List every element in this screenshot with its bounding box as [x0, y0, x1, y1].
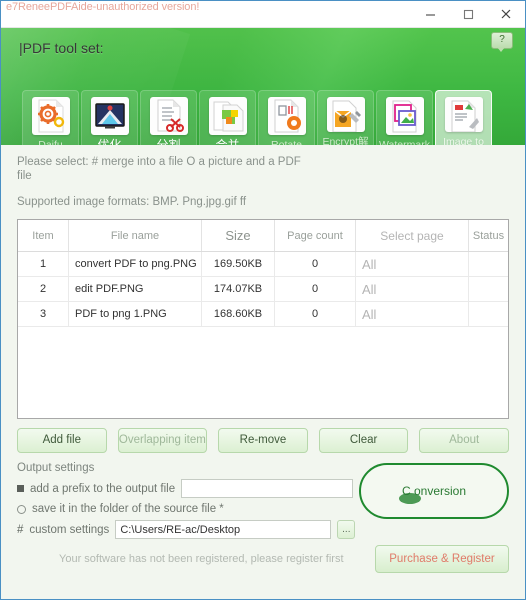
column-header-filename[interactable]: File name: [68, 220, 202, 252]
encrypt-lock-icon: [326, 97, 365, 132]
prefix-option-label: add a prefix to the output file: [30, 482, 176, 495]
cell-filename: PDF to png 1.PNG: [68, 301, 202, 327]
help-icon[interactable]: ?: [491, 32, 513, 52]
application-window: e7ReneePDFAide-unauthorized version! |PD…: [0, 0, 526, 600]
browse-button[interactable]: ...: [337, 520, 356, 539]
table-row[interactable]: 3 PDF to png 1.PNG 168.60KB 0 All: [18, 301, 508, 327]
tool-tile-optimize[interactable]: 优化: [81, 90, 138, 145]
formats-hint: Supported image formats: BMP. Png.jpg.gi…: [17, 196, 247, 208]
about-button[interactable]: About: [419, 428, 509, 453]
column-header-pagecount[interactable]: Page count: [274, 220, 356, 252]
radio-selected-icon[interactable]: [17, 485, 24, 492]
cell-status: [468, 251, 508, 277]
merge-puzzle-icon: [208, 97, 247, 135]
prefix-input[interactable]: [181, 479, 354, 498]
registration-footer: Your software has not been registered, p…: [17, 545, 509, 573]
column-header-selectpage[interactable]: Select page: [355, 220, 469, 252]
cell-size: 168.60KB: [201, 301, 275, 327]
minimize-button[interactable]: [411, 1, 449, 27]
table-header-row: Item File name Size Page count Select pa…: [18, 220, 508, 252]
cell-item: 1: [18, 251, 69, 277]
file-list-panel[interactable]: Item File name Size Page count Select pa…: [17, 219, 509, 419]
cell-size: 174.07KB: [201, 276, 275, 302]
convert-button[interactable]: C onversion: [359, 463, 509, 519]
image-to-pdf-icon: [444, 97, 483, 132]
tool-tile-encrypt[interactable]: Encrypt解密: [317, 90, 374, 145]
cell-filename: convert PDF to png.PNG: [68, 251, 202, 277]
rotate-document-icon: [267, 97, 306, 135]
registration-note: Your software has not been registered, p…: [59, 552, 344, 565]
cell-size: 169.50KB: [201, 251, 275, 277]
custom-hash-marker: #: [17, 523, 24, 536]
help-bubble-glyph: ?: [491, 32, 513, 52]
watermark-image-icon: [385, 97, 424, 135]
column-header-item[interactable]: Item: [18, 220, 69, 252]
convert-button-label: C onversion: [401, 484, 467, 498]
remove-button[interactable]: Re-move: [218, 428, 308, 453]
tool-tile-rotate[interactable]: Rotate: [258, 90, 315, 145]
table-row[interactable]: 1 convert PDF to png.PNG 169.50KB 0 All: [18, 251, 508, 277]
tool-tile-watermark[interactable]: Watermark: [376, 90, 433, 145]
cell-filename: edit PDF.PNG: [68, 276, 202, 302]
file-actions: Add file Overlapping item Re-move Clear …: [17, 428, 509, 453]
cell-selectpage[interactable]: All: [355, 276, 469, 302]
cell-pagecount: 0: [274, 251, 356, 277]
tool-label: Image to PDF: [443, 136, 484, 146]
overlapping-item-button[interactable]: Overlapping item: [117, 428, 208, 453]
radio-unselected-icon[interactable]: [17, 504, 26, 514]
title-bar: e7ReneePDFAide-unauthorized version!: [1, 1, 525, 28]
cell-pagecount: 0: [274, 276, 356, 302]
main-content: Please select: # merge into a file O a p…: [1, 145, 525, 599]
purchase-register-button[interactable]: Purchase & Register: [375, 545, 509, 573]
cell-item: 3: [18, 301, 69, 327]
close-button[interactable]: [487, 1, 525, 27]
tool-tiles: Daifu 优化 分割 合并 Rotate Encrypt解 Watermark…: [22, 90, 492, 145]
toolset-title: |PDF tool set:: [19, 40, 104, 56]
window-controls: [411, 1, 525, 27]
window-title: e7ReneePDFAide-unauthorized version!: [6, 1, 200, 13]
clear-button[interactable]: Clear: [318, 428, 409, 453]
split-scissors-icon: [149, 97, 188, 135]
cell-selectpage[interactable]: All: [355, 301, 469, 327]
toolbar-header: |PDF tool set: ? Daifu 优化 分割 合并 Rotate E…: [1, 28, 525, 145]
tool-tile-daifu[interactable]: Daifu: [22, 90, 79, 145]
source-folder-option-label: save it in the folder of the source file…: [32, 503, 224, 515]
gears-document-icon: [31, 97, 70, 135]
cell-item: 2: [18, 276, 69, 302]
add-file-button[interactable]: Add file: [17, 428, 107, 453]
custom-settings-row: # custom settings ...: [17, 520, 509, 539]
tool-tile-image-to-pdf[interactable]: Image to PDF: [435, 90, 492, 145]
custom-settings-label: custom settings: [29, 523, 110, 536]
tool-tile-merge[interactable]: 合并: [199, 90, 256, 145]
table-row[interactable]: 2 edit PDF.PNG 174.07KB 0 All: [18, 276, 508, 302]
selection-hint: Please select: # merge into a file O a p…: [17, 156, 301, 182]
cell-selectpage[interactable]: All: [355, 251, 469, 277]
file-list-table: Item File name Size Page count Select pa…: [18, 220, 508, 327]
cell-pagecount: 0: [274, 301, 356, 327]
optimize-document-icon: [90, 97, 129, 135]
column-header-status[interactable]: Status: [468, 220, 508, 252]
tool-tile-split[interactable]: 分割: [140, 90, 197, 145]
cell-status: [468, 301, 508, 327]
cell-status: [468, 276, 508, 302]
output-path-input[interactable]: [115, 520, 332, 539]
tool-label: Encrypt解密: [322, 136, 369, 146]
column-header-size[interactable]: Size: [201, 220, 275, 252]
maximize-button[interactable]: [449, 1, 487, 27]
